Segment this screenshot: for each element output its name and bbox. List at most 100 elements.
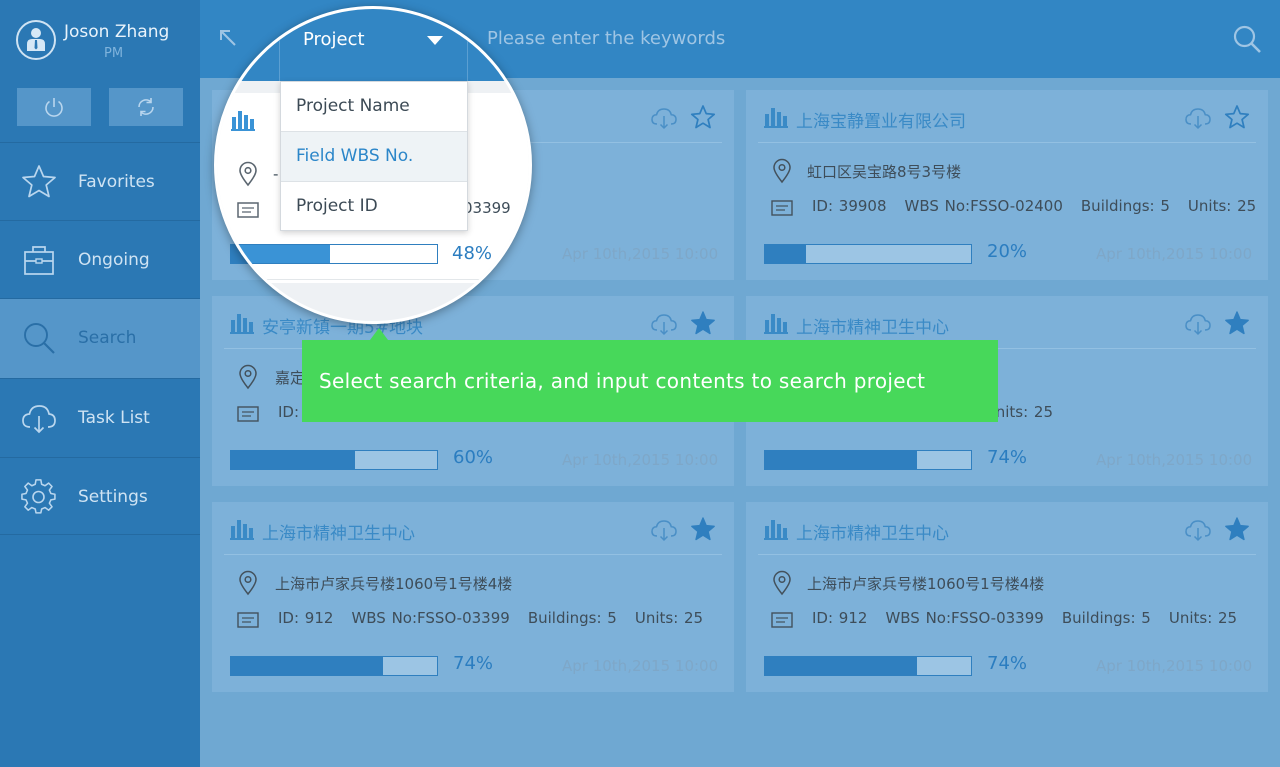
card-meta: ID: 912 WBS No:FSSO-03399 Buildings: 5 Unit…: [812, 609, 1255, 627]
card-meta: ID: 39908 WBS No:FSSO-02400 Buildings: 5 Un…: [812, 197, 1274, 215]
divider: [758, 142, 1256, 143]
user-name: Joson Zhang: [64, 22, 170, 42]
power-icon: [45, 98, 63, 117]
card-id: ID:: [278, 403, 300, 421]
divider: [467, 9, 468, 81]
cloud-download-icon: [22, 405, 56, 434]
nav-favorites[interactable]: Favorites: [0, 142, 200, 220]
nav-ongoing[interactable]: Ongoing: [0, 220, 200, 298]
dropdown-option-field-wbs[interactable]: Field WBS No.: [281, 132, 467, 182]
card-buildings: Buildings: 5: [1061, 609, 1151, 627]
card-date: Apr 10th,2015 10:00: [562, 657, 719, 675]
avatar[interactable]: [16, 20, 56, 60]
building-icon: [764, 106, 788, 132]
document-icon: [771, 200, 793, 220]
building-icon: [230, 518, 254, 544]
cloud-download-icon[interactable]: [650, 312, 678, 340]
nav-label: Ongoing: [78, 250, 150, 270]
progress-fill: [231, 451, 355, 469]
nav-label: Search: [78, 328, 137, 348]
card-wbs: WBS No:FSSO-03399: [885, 609, 1044, 627]
divider: [224, 554, 722, 555]
card-date: Apr 10th,2015 10:00: [1096, 245, 1253, 263]
dropdown-option-project-id[interactable]: Project ID: [281, 182, 467, 232]
card-wbs: WBS No:FSSO-02400: [904, 197, 1063, 215]
divider: [279, 9, 280, 81]
tooltip-text: Select search criteria, and input conten…: [319, 369, 926, 393]
gear-icon: [21, 479, 56, 514]
search-icon: [24, 323, 55, 354]
star-filled-icon[interactable]: [690, 310, 716, 340]
card-address: 上海市卢家兵号楼1060号1号楼4楼: [275, 575, 513, 593]
collapse-arrow-icon: [223, 33, 239, 49]
user-role: PM: [104, 46, 124, 61]
card-date: Apr 10th,2015 10:00: [562, 451, 719, 469]
card-date: Apr 10th,2015 10:00: [562, 245, 719, 263]
star-icon[interactable]: [690, 104, 716, 134]
card-id: ID: 912: [278, 609, 334, 627]
card-title[interactable]: 上海市精神卫生中心: [796, 313, 949, 338]
building-icon: [764, 312, 788, 338]
option-label: Project ID: [296, 196, 378, 216]
nav-settings[interactable]: Settings: [0, 457, 200, 535]
progress-fill: [765, 657, 918, 675]
card-wbs: 03399: [463, 199, 511, 217]
criteria-select[interactable]: Project: [303, 29, 365, 50]
progress-fill: [231, 245, 330, 263]
progress-percent: 20%: [987, 241, 1028, 262]
dropdown-option-project-name[interactable]: Project Name: [281, 82, 467, 132]
document-icon: [237, 202, 259, 218]
location-pin-icon: [239, 161, 257, 187]
progress-bar: [764, 450, 972, 470]
project-card[interactable]: 上海市精神卫生中心 上海市卢家兵号楼1060号1号楼4楼 ID: 912 WBS …: [746, 502, 1268, 692]
search-icon[interactable]: [1232, 24, 1262, 54]
star-icon: [22, 165, 56, 198]
cloud-download-icon[interactable]: [1184, 106, 1212, 134]
card-meta: ID: 912 WBS No:FSSO-03399 Buildings: 5 Unit…: [278, 609, 721, 627]
card-wbs: WBS No:FSSO-03399: [351, 609, 510, 627]
progress-percent: 60%: [453, 447, 494, 468]
location-pin-icon: [237, 570, 259, 600]
refresh-button[interactable]: [109, 88, 183, 126]
nav-search[interactable]: Search: [0, 298, 200, 378]
nav-task-list[interactable]: Task List: [0, 378, 200, 456]
card-id: ID: 912: [812, 609, 868, 627]
cloud-download-icon[interactable]: [650, 518, 678, 546]
star-filled-icon[interactable]: [1224, 516, 1250, 546]
cloud-download-icon[interactable]: [1184, 312, 1212, 340]
card-title[interactable]: 上海市精神卫生中心: [796, 519, 949, 544]
star-icon[interactable]: [1224, 104, 1250, 134]
option-label: Project Name: [296, 96, 410, 116]
card-address: 虹口区吴宝路8号3号楼: [807, 163, 962, 181]
progress-fill: [231, 657, 384, 675]
card-units: Units: 25: [1187, 197, 1257, 215]
progress-bar: [230, 450, 438, 470]
progress-percent: 74%: [453, 653, 494, 674]
nav-label: Favorites: [78, 172, 155, 192]
card-address: 嘉定: [275, 369, 306, 387]
building-icon: [764, 518, 788, 544]
sidebar: Joson Zhang PM Favorites Ongoing Search …: [0, 0, 200, 767]
star-filled-icon[interactable]: [1224, 310, 1250, 340]
nav-label: Settings: [78, 487, 148, 507]
power-button[interactable]: [17, 88, 91, 126]
cloud-download-icon[interactable]: [1184, 518, 1212, 546]
project-card[interactable]: 上海市精神卫生中心 上海市卢家兵号楼1060号1号楼4楼 ID: 912 WBS …: [212, 502, 734, 692]
lens-topbar: [217, 9, 529, 81]
card-date: Apr 10th,2015 10:00: [1096, 451, 1253, 469]
card-date: Apr 10th,2015 10:00: [1096, 657, 1253, 675]
card-title[interactable]: 上海市精神卫生中心: [262, 519, 415, 544]
location-pin-icon: [237, 364, 259, 394]
chevron-down-icon[interactable]: [427, 36, 443, 45]
card-title[interactable]: 上海宝静置业有限公司: [796, 107, 966, 132]
hint-tooltip: Select search criteria, and input conten…: [302, 328, 998, 422]
progress-bar: [764, 656, 972, 676]
document-icon: [771, 612, 793, 632]
progress-percent: 74%: [987, 653, 1028, 674]
progress-percent: 48%: [452, 243, 493, 264]
option-label: Field WBS No.: [296, 146, 414, 166]
star-filled-icon[interactable]: [690, 516, 716, 546]
project-card[interactable]: 上海宝静置业有限公司 虹口区吴宝路8号3号楼 ID: 39908 WBS No:F…: [746, 90, 1268, 280]
criteria-dropdown: Project Name Field WBS No. Project ID: [280, 81, 468, 231]
cloud-download-icon[interactable]: [650, 106, 678, 134]
